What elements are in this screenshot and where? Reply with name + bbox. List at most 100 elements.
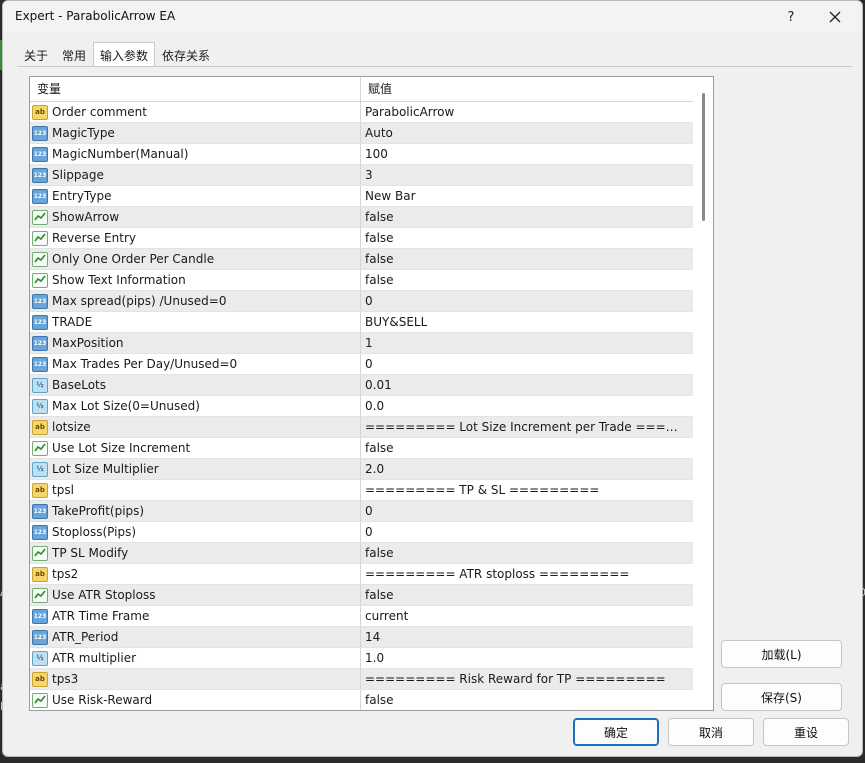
parameter-value-cell[interactable]: ParabolicArrow — [361, 102, 693, 122]
parameter-value-cell[interactable]: ========= TP & SL ========= — [361, 480, 693, 500]
parameter-value-cell[interactable]: BUY&SELL — [361, 312, 693, 332]
save-button[interactable]: 保存(S) — [721, 683, 842, 711]
parameter-value-cell[interactable]: 0 — [361, 501, 693, 521]
parameter-row[interactable]: ab tps2 ========= ATR stoploss ========= — [30, 564, 693, 585]
parameter-value-cell[interactable]: 0.0 — [361, 396, 693, 416]
parameter-value-cell[interactable]: false — [361, 438, 693, 458]
parameter-row[interactable]: ½ Lot Size Multiplier 2.0 — [30, 459, 693, 480]
parameter-value[interactable]: ========= ATR stoploss ========= — [365, 567, 629, 581]
parameter-value-cell[interactable]: false — [361, 228, 693, 248]
parameter-value-cell[interactable]: 14 — [361, 627, 693, 647]
parameter-row[interactable]: ab tpsl ========= TP & SL ========= — [30, 480, 693, 501]
tab-2[interactable]: 输入参数 — [93, 42, 156, 67]
parameter-value[interactable]: false — [365, 693, 394, 707]
parameter-value-cell[interactable]: 0 — [361, 291, 693, 311]
parameter-value[interactable]: 0.01 — [365, 378, 392, 392]
parameter-value[interactable]: ParabolicArrow — [365, 105, 454, 119]
parameter-row[interactable]: Show Text Information false — [30, 270, 693, 291]
parameter-value[interactable]: 3 — [365, 168, 373, 182]
parameter-row[interactable]: 123 ATR_Period 14 — [30, 627, 693, 648]
parameter-value-cell[interactable]: false — [361, 249, 693, 269]
parameter-value-cell[interactable]: 0 — [361, 354, 693, 374]
vertical-scrollbar[interactable] — [693, 77, 713, 710]
parameter-row[interactable]: Use Risk-Reward false — [30, 690, 693, 710]
parameter-value[interactable]: 1 — [365, 336, 373, 350]
parameter-value-cell[interactable]: 0 — [361, 522, 693, 542]
parameter-row[interactable]: ½ ATR multiplier 1.0 — [30, 648, 693, 669]
parameter-row[interactable]: Only One Order Per Candle false — [30, 249, 693, 270]
parameter-value-cell[interactable]: false — [361, 585, 693, 605]
parameter-value[interactable]: 1.0 — [365, 651, 384, 665]
help-button[interactable]: ? — [771, 5, 811, 29]
parameter-value-cell[interactable]: New Bar — [361, 186, 693, 206]
parameter-value-cell[interactable]: 1 — [361, 333, 693, 353]
parameter-row[interactable]: ab tps3 ========= Risk Reward for TP =====… — [30, 669, 693, 690]
parameter-value[interactable]: false — [365, 210, 394, 224]
parameter-value[interactable]: false — [365, 231, 394, 245]
parameter-value[interactable]: Auto — [365, 126, 393, 140]
parameter-row[interactable]: 123 TakeProfit(pips) 0 — [30, 501, 693, 522]
parameter-row[interactable]: 123 Slippage 3 — [30, 165, 693, 186]
parameter-value[interactable]: 0 — [365, 357, 373, 371]
parameter-value-cell[interactable]: 3 — [361, 165, 693, 185]
parameter-row[interactable]: 123 Max spread(pips) /Unused=0 0 — [30, 291, 693, 312]
parameter-value-cell[interactable]: false — [361, 207, 693, 227]
parameter-row[interactable]: 123 MagicType Auto — [30, 123, 693, 144]
parameter-value-cell[interactable]: 100 — [361, 144, 693, 164]
load-button[interactable]: 加载(L) — [721, 640, 842, 668]
parameter-value[interactable]: 0.0 — [365, 399, 384, 413]
parameter-row[interactable]: 123 EntryType New Bar — [30, 186, 693, 207]
parameter-value[interactable]: 2.0 — [365, 462, 384, 476]
parameter-value[interactable]: 14 — [365, 630, 380, 644]
parameter-value-cell[interactable]: ========= ATR stoploss ========= — [361, 564, 693, 584]
parameter-value[interactable]: false — [365, 546, 394, 560]
parameter-row[interactable]: Use ATR Stoploss false — [30, 585, 693, 606]
parameter-row[interactable]: ShowArrow false — [30, 207, 693, 228]
close-button[interactable] — [815, 5, 855, 29]
parameter-value-cell[interactable]: false — [361, 543, 693, 563]
parameter-value[interactable]: ========= TP & SL ========= — [365, 483, 599, 497]
parameter-value[interactable]: ========= Lot Size Increment per Trade =… — [365, 420, 687, 434]
parameter-value[interactable]: 0 — [365, 294, 373, 308]
parameter-row[interactable]: ab Order comment ParabolicArrow — [30, 102, 693, 123]
parameter-value-cell[interactable]: Auto — [361, 123, 693, 143]
scrollbar-thumb[interactable] — [702, 93, 705, 221]
parameter-row[interactable]: 123 MaxPosition 1 — [30, 333, 693, 354]
parameter-row[interactable]: Use Lot Size Increment false — [30, 438, 693, 459]
parameter-row[interactable]: ab lotsize ========= Lot Size Increment pe… — [30, 417, 693, 438]
parameter-row[interactable]: Reverse Entry false — [30, 228, 693, 249]
tab-3[interactable]: 依存关系 — [155, 43, 217, 67]
parameter-row[interactable]: 123 MagicNumber(Manual) 100 — [30, 144, 693, 165]
variable-column-header[interactable]: 变量 — [30, 77, 361, 102]
parameter-value[interactable]: false — [365, 273, 394, 287]
parameter-row[interactable]: ½ Max Lot Size(0=Unused) 0.0 — [30, 396, 693, 417]
parameter-row[interactable]: 123 ATR Time Frame current — [30, 606, 693, 627]
parameter-value-cell[interactable]: 2.0 — [361, 459, 693, 479]
parameter-value[interactable]: 0 — [365, 525, 373, 539]
parameter-value[interactable]: false — [365, 252, 394, 266]
parameter-value[interactable]: current — [365, 609, 408, 623]
parameter-value[interactable]: 0 — [365, 504, 373, 518]
parameter-row[interactable]: 123 Max Trades Per Day/Unused=0 0 — [30, 354, 693, 375]
parameter-value-cell[interactable]: ========= Risk Reward for TP ========= — [361, 669, 693, 689]
parameter-value[interactable]: false — [365, 441, 394, 455]
ok-button[interactable]: 确定 — [573, 718, 659, 746]
parameter-value-cell[interactable]: 0.01 — [361, 375, 693, 395]
parameter-row[interactable]: TP SL Modify false — [30, 543, 693, 564]
parameter-value-cell[interactable]: ========= Lot Size Increment per Trade =… — [361, 417, 693, 437]
parameter-value-cell[interactable]: false — [361, 270, 693, 290]
parameter-value[interactable]: false — [365, 588, 394, 602]
parameter-value[interactable]: 100 — [365, 147, 388, 161]
parameter-value-cell[interactable]: false — [361, 690, 693, 710]
title-bar[interactable]: Expert - ParabolicArrow EA ? — [3, 1, 862, 33]
parameter-value[interactable]: ========= Risk Reward for TP ========= — [365, 672, 666, 686]
reset-button[interactable]: 重设 — [763, 718, 849, 746]
tab-1[interactable]: 常用 — [55, 43, 93, 67]
parameter-value[interactable]: New Bar — [365, 189, 416, 203]
tab-0[interactable]: 关于 — [17, 43, 55, 67]
value-column-header[interactable]: 赋值 — [361, 77, 693, 102]
cancel-button[interactable]: 取消 — [668, 718, 754, 746]
parameter-row[interactable]: 123 TRADE BUY&SELL — [30, 312, 693, 333]
parameter-row[interactable]: 123 Stoploss(Pips) 0 — [30, 522, 693, 543]
parameter-value-cell[interactable]: current — [361, 606, 693, 626]
